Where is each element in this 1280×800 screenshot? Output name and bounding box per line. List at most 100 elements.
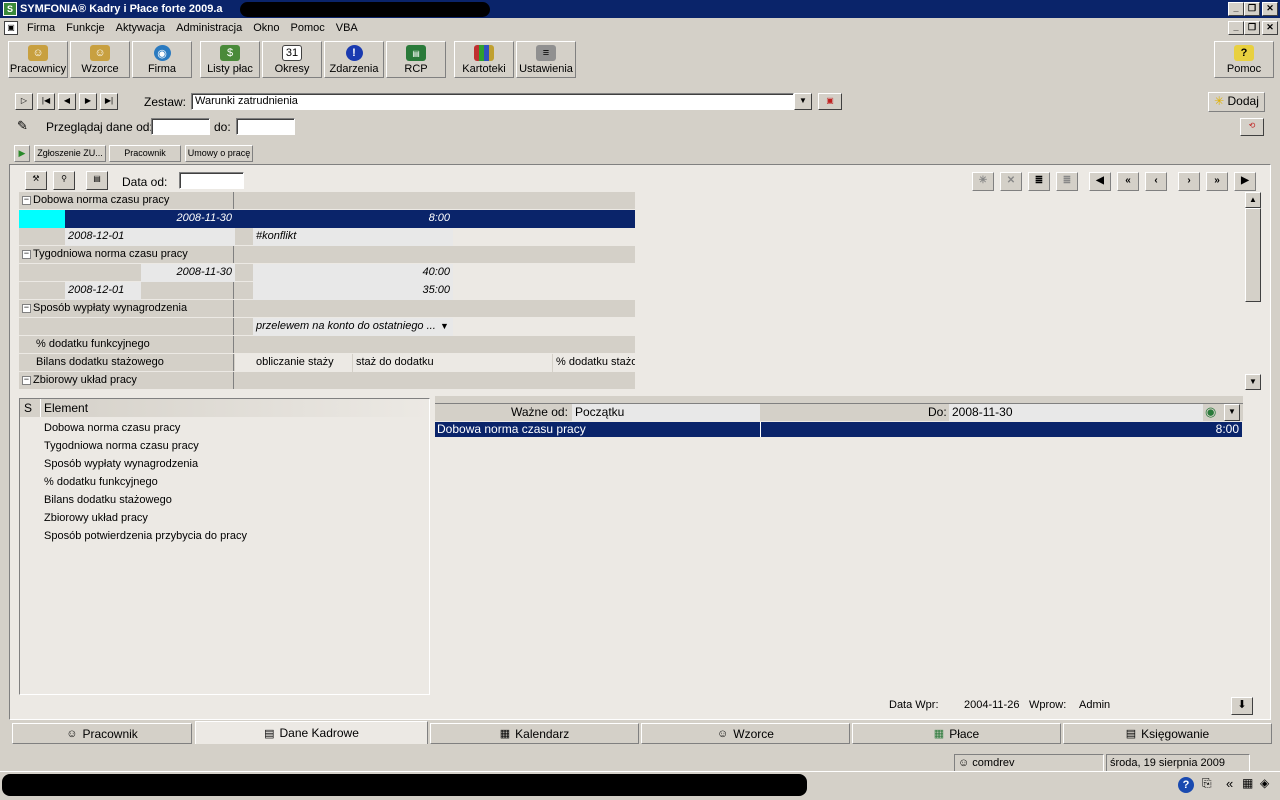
grid-scrollbar[interactable]: ▲ ▼ — [1245, 192, 1261, 390]
help-tray-icon[interactable]: ? — [1178, 777, 1194, 793]
column-s[interactable]: S — [24, 401, 32, 415]
column-element[interactable]: Element — [44, 401, 88, 415]
child-restore-button[interactable]: ❐ — [1244, 21, 1260, 35]
kartoteki-button[interactable]: Kartoteki — [454, 41, 514, 78]
okresy-button[interactable]: 31 Okresy — [262, 41, 322, 78]
grid-forward-button[interactable]: › — [1178, 172, 1200, 191]
grid-row[interactable]: − Sposób wypłaty wynagrodzenia — [19, 300, 635, 318]
tab-dane-kadrowe[interactable]: ▤ Dane Kadrowe — [195, 721, 428, 744]
edit-pencil-icon[interactable]: ✎ — [17, 118, 28, 134]
valid-from-value[interactable]: Początku — [572, 404, 760, 421]
collapse-icon[interactable]: − — [22, 249, 31, 259]
grid-row[interactable]: 2008-12-01 35:00 — [19, 282, 635, 300]
search-icon[interactable]: ⚲ — [53, 171, 75, 190]
collapse-icon[interactable]: − — [22, 195, 31, 205]
grid-row[interactable]: − Zbiorowy układ pracy — [19, 372, 635, 390]
grid-next-button[interactable]: ▶ — [1234, 172, 1256, 191]
nav-new-button[interactable]: ▷ — [15, 93, 33, 110]
refresh-button[interactable]: ⟲ — [1240, 118, 1264, 136]
list-item[interactable]: % dodatku funkcyjnego — [44, 473, 158, 491]
delete-record-button[interactable]: ✕ — [1000, 172, 1022, 191]
zdarzenia-button[interactable]: ! Zdarzenia — [324, 41, 384, 78]
grid-row[interactable]: przelewem na konto do ostatniego ... ▼ — [19, 318, 635, 336]
tools-icon[interactable]: ⚒ — [25, 171, 47, 190]
nav-last-button[interactable]: ▶| — [100, 93, 118, 110]
payment-dropdown-icon[interactable]: ▼ — [437, 318, 453, 336]
grid-row[interactable]: 2008-11-30 40:00 — [19, 264, 635, 282]
rcp-button[interactable]: ▤ RCP — [386, 41, 446, 78]
tab-wzorce[interactable]: ☺ Wzorce — [641, 723, 850, 744]
pomoc-button[interactable]: ? Pomoc — [1214, 41, 1274, 78]
maximize-button[interactable]: ❐ — [1244, 2, 1260, 16]
collapse-icon[interactable]: − — [22, 303, 31, 313]
firma-button[interactable]: ◉ Firma — [132, 41, 192, 78]
child-window-icon[interactable]: ▣ — [4, 21, 18, 35]
volume-icon[interactable]: ◈ — [1260, 776, 1269, 790]
list-item[interactable]: Tygodniowa norma czasu pracy — [44, 437, 199, 455]
minimize-button[interactable]: _ — [1228, 2, 1244, 16]
valid-to-value[interactable]: 2008-11-30 — [949, 404, 1203, 421]
view-icon[interactable]: ▤ — [86, 171, 108, 190]
grid-row[interactable]: Bilans dodatku stażowego obliczanie staż… — [19, 354, 635, 372]
list-item[interactable]: Sposób potwierdzenia przybycia do pracy — [44, 527, 247, 545]
network-icon[interactable]: ▦ — [1242, 776, 1253, 790]
browse-from-input[interactable] — [151, 118, 210, 135]
detail-selected-row[interactable]: Dobowa norma czasu pracy 8:00 — [435, 422, 1242, 437]
remove-row-button[interactable]: ≣ — [1056, 172, 1078, 191]
dodaj-button[interactable]: ✳ Dodaj — [1208, 92, 1265, 112]
child-minimize-button[interactable]: _ — [1228, 21, 1244, 35]
grid-row[interactable]: 2008-12-01 #konflikt — [19, 228, 635, 246]
tab-place[interactable]: ▦ Płace — [852, 723, 1061, 744]
scroll-up-button[interactable]: ▲ — [1245, 192, 1261, 208]
scroll-down-button[interactable]: ▼ — [1245, 374, 1261, 390]
add-record-button[interactable]: ✳ — [972, 172, 994, 191]
collapse-icon[interactable]: − — [22, 375, 31, 385]
browse-to-input[interactable] — [236, 118, 295, 135]
grid-fast-forward-button[interactable]: » — [1206, 172, 1228, 191]
list-item[interactable]: Bilans dodatku stażowego — [44, 491, 172, 509]
subtabs-play-button[interactable]: ▶ — [14, 145, 30, 162]
nav-next-button[interactable]: ▶ — [79, 93, 97, 110]
list-item[interactable]: Zbiorowy układ pracy — [44, 509, 148, 527]
tray-expand-icon[interactable]: « — [1226, 776, 1233, 791]
grid-fast-back-button[interactable]: « — [1117, 172, 1139, 191]
tab-ksiegowanie[interactable]: ▤ Księgowanie — [1063, 723, 1272, 744]
zestaw-edit-button[interactable]: ▣ — [818, 93, 842, 110]
zestaw-combo[interactable]: Warunki zatrudnienia — [191, 93, 794, 110]
grid-prev-button[interactable]: ◀ — [1089, 172, 1111, 191]
menu-funkcje[interactable]: Funkcje — [61, 18, 111, 38]
add-row-button[interactable]: ≣ — [1028, 172, 1050, 191]
subtab-zgloszenie[interactable]: Zgłoszenie ZU... — [34, 145, 106, 162]
nav-first-button[interactable]: |◀ — [37, 93, 55, 110]
download-arrow-icon[interactable]: ⬇ — [1231, 697, 1253, 715]
listy-plac-button[interactable]: $ Listy płac — [200, 41, 260, 78]
subtab-umowy[interactable]: Umowy o pracę — [185, 145, 253, 162]
ustawienia-button[interactable]: ≡ Ustawienia — [516, 41, 576, 78]
data-od-input[interactable] — [179, 172, 244, 189]
list-item[interactable]: Sposób wypłaty wynagrodzenia — [44, 455, 198, 473]
nav-prev-button[interactable]: ◀ — [58, 93, 76, 110]
pracownicy-button[interactable]: ☺ Pracownicy — [8, 41, 68, 78]
child-close-button[interactable]: ✕ — [1262, 21, 1278, 35]
menu-okno[interactable]: Okno — [248, 18, 285, 38]
validity-dropdown-button[interactable]: ▼ — [1224, 404, 1240, 421]
grid-row[interactable]: − Tygodniowa norma czasu pracy — [19, 246, 635, 264]
list-item[interactable]: Dobowa norma czasu pracy — [44, 419, 180, 437]
globe-icon[interactable]: ◉ — [1205, 404, 1221, 421]
wzorce-button[interactable]: ☺ Wzorce — [70, 41, 130, 78]
grid-back-button[interactable]: ‹ — [1145, 172, 1167, 191]
grid-row[interactable]: % dodatku funkcyjnego — [19, 336, 635, 354]
menu-administracja[interactable]: Administracja — [171, 18, 248, 38]
tray-icon[interactable]: ⎘ — [1202, 776, 1212, 791]
menu-firma[interactable]: Firma — [22, 18, 61, 38]
payment-method-combo[interactable]: przelewem na konto do ostatniego ... — [253, 318, 453, 336]
menu-pomoc[interactable]: Pomoc — [286, 18, 331, 38]
menu-aktywacja[interactable]: Aktywacja — [111, 18, 172, 38]
subtab-pracownik[interactable]: Pracownik — [109, 145, 181, 162]
grid-row[interactable]: − Dobowa norma czasu pracy — [19, 192, 635, 210]
close-button[interactable]: ✕ — [1262, 2, 1278, 16]
tab-kalendarz[interactable]: ▦ Kalendarz — [430, 723, 639, 744]
scroll-thumb[interactable] — [1245, 208, 1261, 302]
menu-vba[interactable]: VBA — [331, 18, 364, 38]
grid-row[interactable]: 2008-11-30 8:00 — [19, 210, 635, 228]
